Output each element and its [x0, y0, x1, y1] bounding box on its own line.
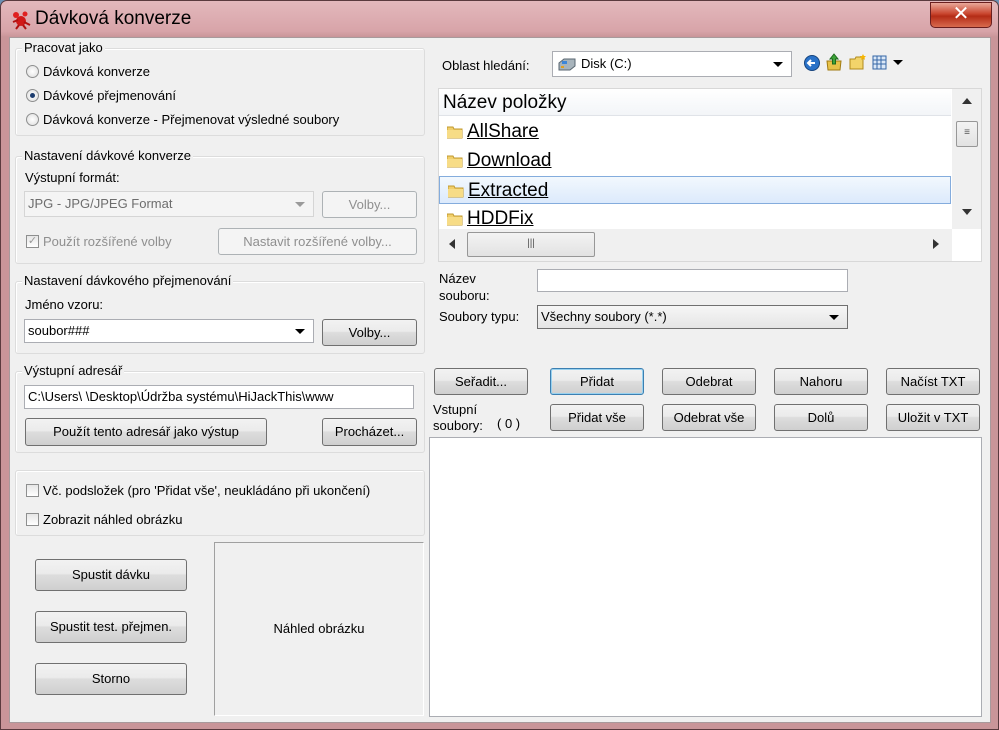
location-select[interactable]: Disk (C:) [552, 51, 792, 77]
drive-icon [558, 58, 576, 71]
image-preview: Náhled obrázku [214, 542, 424, 716]
filetype-value: Všechny soubory (*.*) [541, 309, 667, 324]
preview-checkbox[interactable] [26, 513, 39, 526]
input-files-label-1: Vstupní [433, 402, 478, 417]
back-icon[interactable] [803, 54, 821, 72]
advanced-options-button[interactable]: Nastavit rozšířené volby... [218, 228, 417, 255]
dialog-body: Pracovat jako Dávková konverze Dávkové p… [9, 37, 991, 723]
filetype-label: Soubory typu: [439, 309, 520, 324]
chevron-down-icon [295, 202, 305, 207]
subfolders-label[interactable]: Vč. podsložek (pro 'Přidat vše', neuklád… [43, 483, 370, 498]
search-area-label: Oblast hledání: [442, 58, 530, 73]
folder-icon [447, 213, 463, 226]
rename-options-button[interactable]: Volby... [322, 319, 417, 346]
scroll-down-icon[interactable] [962, 209, 972, 215]
remove-button[interactable]: Odebrat [662, 368, 756, 395]
up-folder-icon[interactable] [825, 53, 843, 71]
app-window: Dávková konverze ✕ Pracovat jako Dávková… [0, 0, 999, 730]
radio-batch-rename-label[interactable]: Dávkové přejmenování [43, 88, 176, 103]
chevron-down-icon [829, 315, 839, 320]
subfolders-checkbox[interactable] [26, 484, 39, 497]
conversion-title: Nastavení dávkové konverze [22, 148, 193, 163]
folder-icon [448, 185, 464, 198]
rename-title: Nastavení dávkového přejmenování [22, 273, 234, 288]
save-txt-button[interactable]: Uložit v TXT [886, 404, 980, 431]
column-header-name[interactable]: Název položky [439, 89, 951, 116]
filename-field[interactable] [537, 269, 848, 292]
close-button[interactable]: ✕ [930, 2, 992, 28]
window-title: Dávková konverze [35, 8, 192, 29]
preview-label[interactable]: Zobrazit náhled obrázku [43, 512, 182, 527]
chevron-down-icon [773, 62, 783, 67]
start-batch-button[interactable]: Spustit dávku [35, 559, 187, 591]
chevron-down-icon [295, 329, 305, 334]
folder-name: Download [467, 150, 552, 171]
folder-name: Extracted [468, 180, 549, 201]
scroll-right-icon[interactable] [933, 239, 939, 249]
list-item[interactable]: Download [439, 147, 951, 175]
format-value: JPG - JPG/JPEG Format [28, 196, 173, 211]
scroll-left-icon[interactable] [449, 239, 455, 249]
radio-convert-rename[interactable] [26, 113, 39, 126]
input-files-label-2: soubory: [433, 418, 483, 433]
radio-batch-rename[interactable] [26, 89, 39, 102]
view-menu-icon[interactable] [872, 54, 890, 72]
sort-button[interactable]: Seřadit... [434, 368, 528, 395]
load-txt-button[interactable]: Načíst TXT [886, 368, 980, 395]
move-up-button[interactable]: Nahoru [774, 368, 868, 395]
folder-icon [447, 126, 463, 139]
vertical-scrollbar[interactable]: ≡ [952, 89, 981, 229]
folder-name: HDDFix [467, 208, 534, 227]
test-rename-button[interactable]: Spustit test. přejmen. [35, 611, 187, 643]
advanced-options-label[interactable]: Použít rozšířené volby [43, 234, 172, 249]
folder-icon [447, 155, 463, 168]
horizontal-scrollbar[interactable]: ||| [439, 229, 952, 261]
browse-button[interactable]: Procházet... [322, 418, 417, 446]
advanced-options-checkbox[interactable]: ✓ [26, 235, 39, 248]
move-down-button[interactable]: Dolů [774, 404, 868, 431]
radio-convert-rename-label[interactable]: Dávková konverze - Přejmenovat výsledné … [43, 112, 339, 127]
list-item[interactable]: HDDFix [439, 205, 951, 227]
conversion-options-button[interactable]: Volby... [322, 191, 417, 218]
list-item-selected[interactable]: Extracted [439, 176, 951, 204]
view-menu-dropdown[interactable] [893, 60, 903, 65]
file-browser-list[interactable]: Název položky AllShare Download Extracte… [438, 88, 982, 262]
folder-name: AllShare [467, 121, 539, 142]
input-files-count: ( 0 ) [497, 416, 521, 431]
format-select[interactable]: JPG - JPG/JPEG Format [24, 191, 314, 217]
filename-label-2: souboru: [439, 288, 490, 303]
radio-batch-convert[interactable] [26, 65, 39, 78]
location-value: Disk (C:) [581, 56, 632, 71]
input-files-list[interactable] [429, 437, 982, 717]
pattern-combo[interactable]: soubor### [24, 319, 314, 343]
scroll-thumb[interactable]: ||| [467, 232, 595, 257]
app-logo-icon [12, 11, 31, 30]
scroll-up-icon[interactable] [962, 98, 972, 104]
title-bar[interactable]: Dávková konverze ✕ [1, 1, 998, 37]
remove-all-button[interactable]: Odebrat vše [662, 404, 756, 431]
list-item[interactable]: AllShare [439, 118, 951, 146]
format-label: Výstupní formát: [25, 170, 120, 185]
pattern-value: soubor### [28, 323, 90, 338]
image-preview-label: Náhled obrázku [273, 621, 365, 636]
output-title: Výstupní adresář [22, 363, 125, 378]
new-folder-icon[interactable] [849, 53, 867, 71]
filetype-select[interactable]: Všechny soubory (*.*) [537, 305, 848, 329]
radio-batch-convert-label[interactable]: Dávková konverze [43, 64, 150, 79]
use-dir-button[interactable]: Použít tento adresář jako výstup [25, 418, 267, 446]
close-icon: ✕ [952, 3, 970, 25]
cancel-button[interactable]: Storno [35, 663, 187, 695]
add-button[interactable]: Přidat [550, 368, 644, 395]
work-as-title: Pracovat jako [22, 40, 105, 55]
output-path-field[interactable]: C:\Users\ \Desktop\Údržba systému\HiJack… [24, 385, 414, 409]
filename-label-1: Název [439, 271, 476, 286]
scroll-thumb[interactable]: ≡ [956, 121, 978, 147]
pattern-label: Jméno vzoru: [25, 297, 104, 312]
add-all-button[interactable]: Přidat vše [550, 404, 644, 431]
